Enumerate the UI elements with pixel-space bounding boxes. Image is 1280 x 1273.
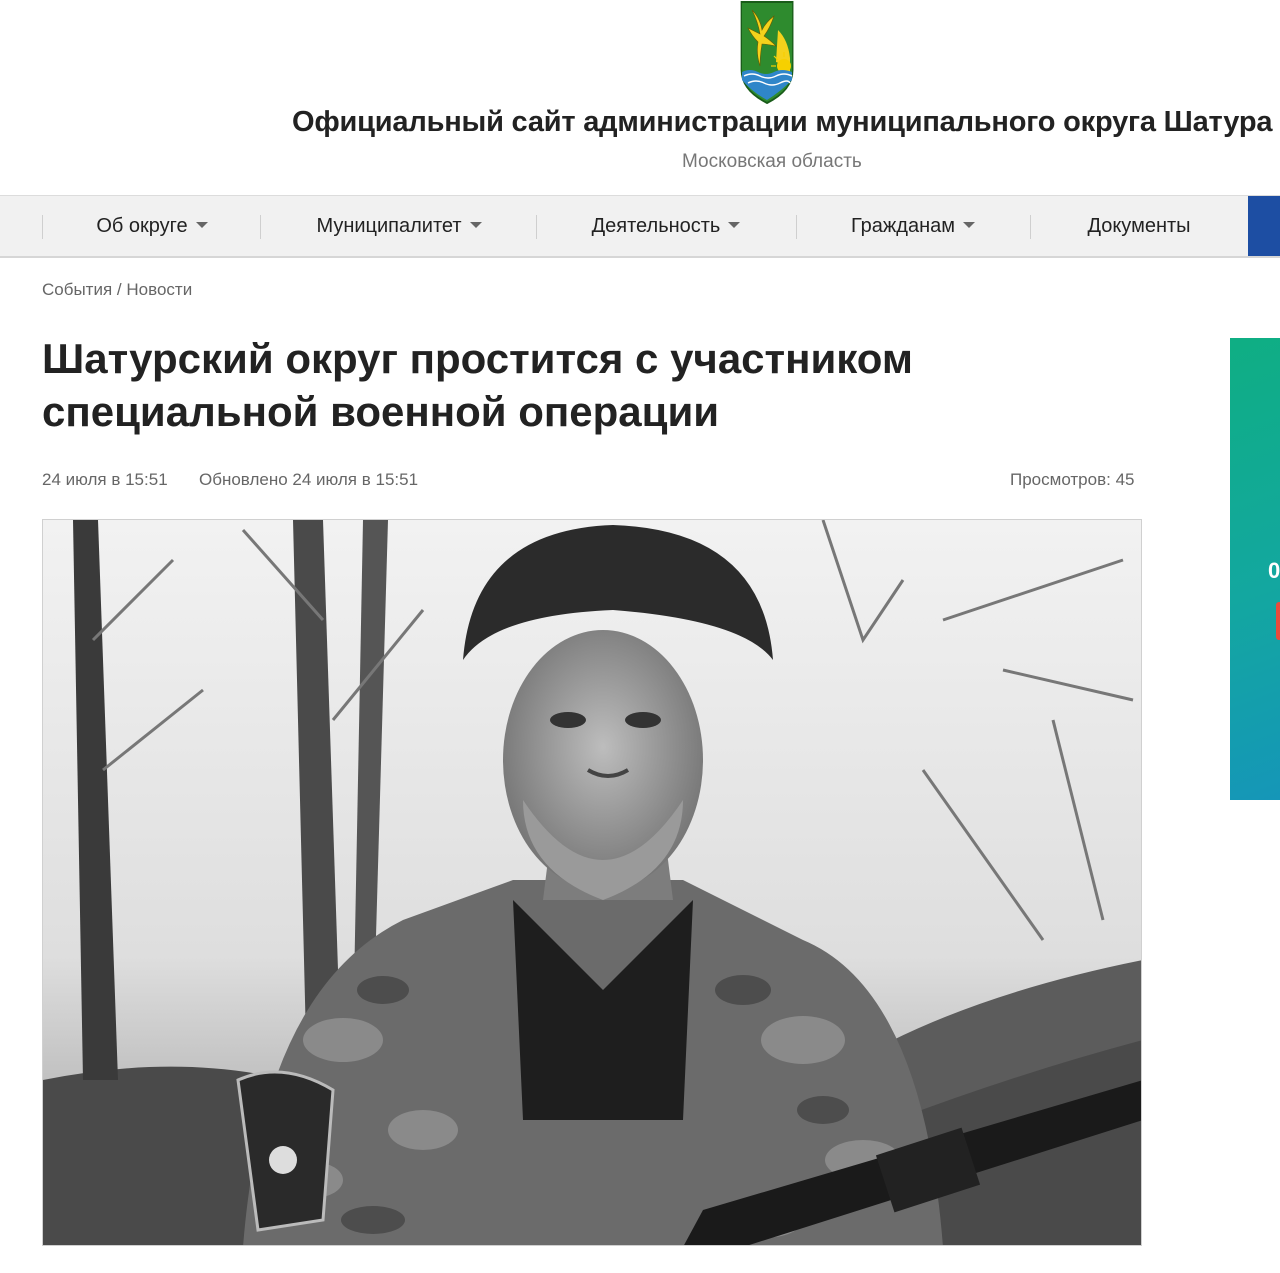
breadcrumb-item-news[interactable]: Новости	[126, 280, 192, 299]
side-banner[interactable]: 0	[1230, 338, 1280, 800]
nav-divider	[260, 215, 261, 239]
main-nav: Об округе Муниципалитет Деятельность Гра…	[0, 195, 1280, 258]
article-photo[interactable]	[42, 519, 1142, 1246]
chevron-down-icon	[728, 221, 741, 228]
side-banner-button[interactable]	[1276, 602, 1280, 640]
nav-item-activity[interactable]: Деятельность	[564, 196, 768, 256]
nav-item-label: Об округе	[96, 215, 188, 237]
chevron-down-icon	[195, 221, 208, 228]
nav-accent-block[interactable]	[1248, 196, 1280, 256]
chevron-down-icon	[469, 221, 482, 228]
chevron-down-icon	[963, 221, 976, 228]
nav-item-documents[interactable]: Документы	[1058, 196, 1220, 256]
nav-divider	[42, 215, 43, 239]
nav-item-label: Гражданам	[850, 215, 956, 237]
nav-item-municipality[interactable]: Муниципалитет	[290, 196, 508, 256]
breadcrumb-item-events[interactable]: События	[42, 280, 112, 299]
breadcrumb: События / Новости	[42, 280, 192, 300]
view-count: Просмотров: 45	[1010, 470, 1135, 489]
nav-item-citizens[interactable]: Гражданам	[822, 196, 1004, 256]
nav-divider	[536, 215, 537, 239]
nav-item-about[interactable]: Об округе	[64, 196, 240, 256]
article-title: Шатурский округ простится с участником с…	[42, 335, 913, 435]
nav-divider	[796, 215, 797, 239]
side-banner-text: 0	[1268, 558, 1280, 583]
nav-item-label: Муниципалитет	[316, 215, 462, 237]
site-region: Московская область	[682, 151, 862, 172]
nav-divider	[1030, 215, 1031, 239]
publish-date: 24 июля в 15:51	[42, 470, 168, 489]
portrait-photo-image	[43, 520, 1141, 1245]
nav-item-label: Документы	[1087, 215, 1191, 237]
site-title[interactable]: Официальный сайт администрации муниципал…	[292, 106, 1272, 139]
updated-date: Обновлено 24 июля в 15:51	[199, 470, 419, 489]
nav-item-label: Деятельность	[591, 215, 721, 237]
site-header: Официальный сайт администрации муниципал…	[0, 0, 1280, 196]
breadcrumb-separator: /	[116, 280, 122, 299]
coat-of-arms-icon[interactable]	[740, 0, 794, 104]
